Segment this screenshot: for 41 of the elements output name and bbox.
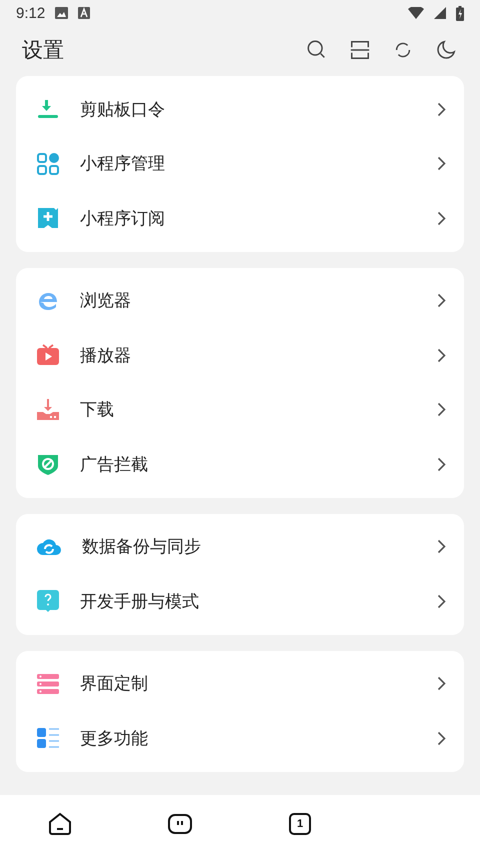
settings-item[interactable]: 数据备份与同步 — [82, 535, 437, 558]
settings-item[interactable]: 开发手册与模式 — [80, 590, 437, 613]
chevron-icon — [437, 293, 446, 308]
status-time: 9:12 — [16, 4, 46, 22]
battery-icon — [456, 6, 464, 20]
server-list-icon — [36, 672, 60, 696]
wifi-icon — [408, 7, 424, 19]
chevron-icon — [437, 156, 446, 172]
chevron-icon — [437, 456, 446, 472]
signal-icon — [434, 7, 446, 19]
settings-item[interactable]: 播放器 — [80, 344, 437, 367]
shield-block-icon — [36, 452, 60, 476]
page-title: 设置 — [22, 37, 65, 64]
chevron-icon — [437, 730, 446, 746]
download-icon — [36, 398, 60, 422]
settings-item[interactable]: 下载 — [80, 398, 437, 422]
settings-item[interactable]: 小程序管理 — [80, 152, 437, 176]
font-icon — [78, 7, 90, 19]
image-icon — [55, 7, 68, 19]
chevron-icon — [437, 539, 446, 554]
scan-button[interactable] — [348, 38, 372, 62]
list-icon — [36, 726, 60, 750]
help-bubble-icon — [36, 589, 60, 614]
chevron-icon — [437, 210, 446, 226]
settings-item[interactable]: 剪贴板口令 — [80, 98, 437, 121]
settings-item[interactable]: 广告拦截 — [80, 452, 437, 476]
face-tab[interactable] — [167, 811, 193, 837]
home-tab[interactable] — [47, 811, 73, 837]
grid-icon — [36, 152, 60, 176]
chevron-icon — [437, 348, 446, 363]
settings-item[interactable]: 界面定制 — [80, 672, 437, 696]
chevron-icon — [437, 102, 446, 117]
chevron-icon — [437, 676, 446, 692]
chevron-icon — [437, 402, 446, 418]
settings-item[interactable]: 浏览器 — [80, 289, 437, 312]
settings-item[interactable]: 小程序订阅 — [80, 206, 437, 230]
tv-play-icon — [36, 343, 60, 368]
tabs-button[interactable]: 1 — [287, 811, 313, 837]
bookmark-plus-icon — [36, 206, 60, 230]
chevron-icon — [437, 594, 446, 609]
settings-item[interactable]: 更多功能 — [80, 726, 437, 750]
